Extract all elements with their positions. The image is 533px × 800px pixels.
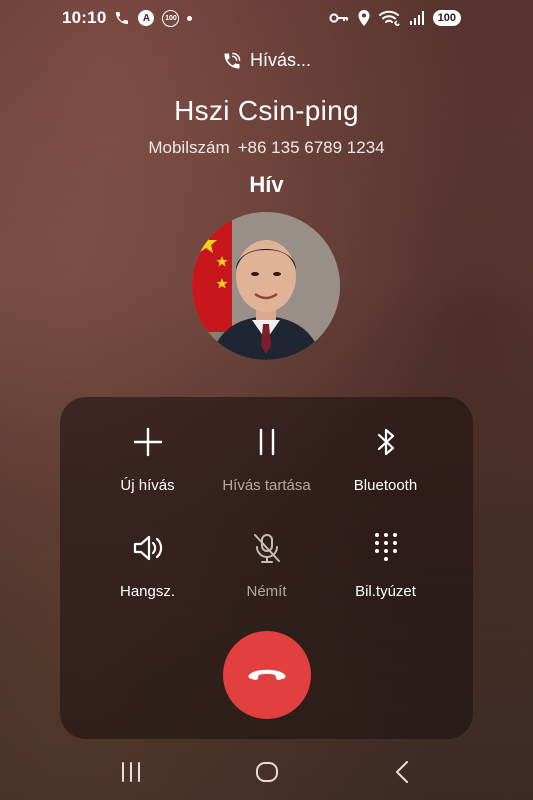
mute-label: Némít xyxy=(246,583,287,600)
wifi-call-status-icon xyxy=(222,51,242,71)
recents-button[interactable] xyxy=(118,760,144,789)
home-icon xyxy=(254,760,280,789)
status-bar: 10:10 A 100 100 xyxy=(0,0,533,36)
end-call-button[interactable] xyxy=(223,631,311,719)
call-status: Hívás... xyxy=(0,50,533,71)
add-call-button[interactable]: Új hívás xyxy=(79,419,216,509)
navigation-bar xyxy=(0,752,533,792)
wifi-calling-icon xyxy=(378,10,401,26)
end-call-icon xyxy=(247,663,287,688)
speaker-button[interactable]: Hangsz. xyxy=(79,525,216,615)
keypad-button[interactable]: Bil.tyúzet xyxy=(317,525,454,615)
hold-call-button[interactable]: Hívás tartása xyxy=(198,419,335,509)
hold-call-label: Hívás tartása xyxy=(222,477,311,494)
pause-icon xyxy=(255,419,279,465)
bluetooth-label: Bluetooth xyxy=(353,477,418,494)
status-time: 10:10 xyxy=(62,8,107,27)
home-button[interactable] xyxy=(254,760,280,789)
speaker-label: Hangsz. xyxy=(119,583,176,600)
status-left: 10:10 A 100 xyxy=(62,8,193,28)
call-controls-panel: Új hívás Hívás tartása Bluetooth Hangsz.… xyxy=(60,397,473,739)
caller-number: Mobilszám +86 135 6789 1234 xyxy=(0,138,533,158)
number-type: Mobilszám xyxy=(148,138,230,157)
call-state: Hív xyxy=(249,172,284,197)
phone-number: +86 135 6789 1234 xyxy=(237,138,385,157)
add-call-label: Új hívás xyxy=(120,477,175,494)
location-icon xyxy=(357,9,371,27)
keypad-label: Bil.tyúzet xyxy=(355,583,416,600)
speaker-icon xyxy=(132,525,164,571)
back-icon xyxy=(392,760,412,789)
data-saver-100-icon: 100 xyxy=(162,9,180,27)
status-right: 100 xyxy=(329,9,461,27)
call-status-text: Hívás... xyxy=(249,50,311,70)
key-icon xyxy=(329,11,349,25)
keypad-icon xyxy=(373,525,399,571)
caller-name: Hszi Csin-ping xyxy=(174,95,359,126)
auto-a-icon: A xyxy=(138,10,155,26)
recents-icon xyxy=(118,760,144,789)
bluetooth-button[interactable]: Bluetooth xyxy=(317,419,454,509)
bluetooth-icon xyxy=(375,419,397,465)
phone-call-icon xyxy=(114,10,130,26)
notification-dot xyxy=(187,15,193,21)
mic-off-icon xyxy=(252,525,282,571)
mute-button[interactable]: Némít xyxy=(198,525,335,615)
avatar xyxy=(192,212,340,360)
signal-icon xyxy=(409,11,425,25)
plus-icon xyxy=(133,419,163,465)
back-button[interactable] xyxy=(392,760,412,789)
battery-indicator: 100 xyxy=(432,10,461,26)
